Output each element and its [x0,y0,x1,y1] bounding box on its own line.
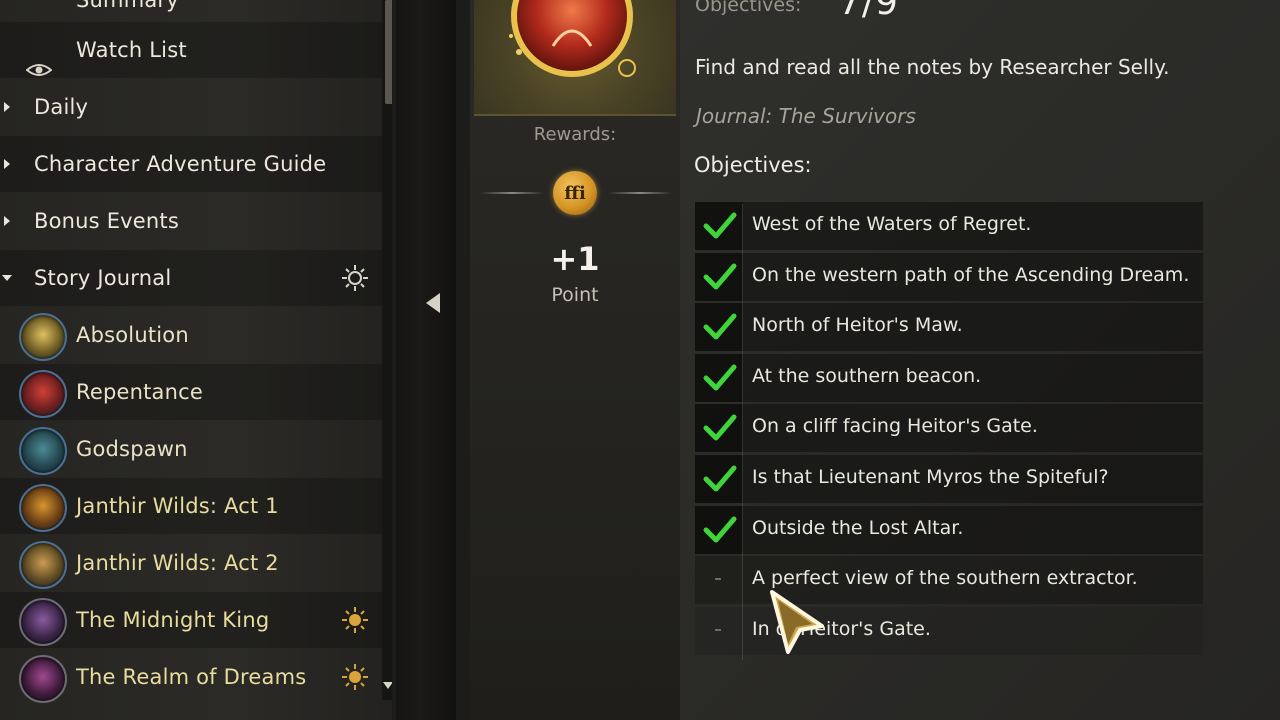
realm-of-dreams-icon [19,655,67,703]
checkmark-icon [703,313,737,340]
objective-status-cell [695,202,743,250]
sidebar-category-label: Daily [34,95,89,119]
chevron-right-icon [4,216,10,226]
objective-text: At the southern beacon. [752,364,982,387]
incomplete-dash-icon [715,628,721,631]
sidebar-story-janthir-act2[interactable]: Janthir Wilds: Act 2 [0,535,386,591]
sidebar-story-godspawn[interactable]: Godspawn [0,421,386,477]
objective-status-cell [695,252,743,301]
achievement-point-coin-icon: ffi [553,171,597,215]
objective-row: North of Heitor's Maw. [695,303,1203,352]
achievement-description: Find and read all the notes by Researche… [695,55,1170,79]
achievement-sidebar: Summary Watch List Daily Character Adven… [0,0,392,720]
objective-row: West of the Waters of Regret. [695,202,1203,250]
gold-sun-badge-icon [342,664,368,690]
eye-icon [26,64,52,76]
objective-status-cell [695,556,743,604]
sidebar-category-story-journal[interactable]: Story Journal [0,250,386,306]
sidebar-item-watch-list[interactable]: Watch List [0,22,386,78]
sidebar-scrollbar[interactable] [382,0,392,700]
sidebar-category-label: Bonus Events [34,209,179,233]
objective-text: Outside the Lost Altar. [752,516,964,539]
sidebar-story-label: Absolution [76,323,189,347]
chevron-right-icon [4,102,10,112]
panel-divider [396,0,456,720]
checkmark-icon [703,212,737,239]
janthir-act2-icon [19,541,67,589]
objectives-column-divider [742,204,743,660]
objective-status-cell [695,505,743,554]
objective-text: On the western path of the Ascending Dre… [752,263,1190,286]
objective-row: Is that Lieutenant Myros the Spiteful? [695,455,1203,503]
chevron-down-icon [2,275,12,281]
checkmark-icon [703,465,737,492]
checkmark-icon [703,263,737,290]
sidebar-story-realm-of-dreams[interactable]: The Realm of Dreams [0,649,386,705]
sidebar-category-character-adventure-guide[interactable]: Character Adventure Guide [0,136,386,192]
coin-glyph: ffi [564,182,586,204]
reward-unit-label: Point [551,284,599,306]
sidebar-story-label: Janthir Wilds: Act 1 [76,494,279,518]
rewards-label: Rewards: [533,124,617,145]
journal-label: Journal: The Survivors [696,104,916,128]
gold-sun-badge-icon [342,607,368,633]
godspawn-icon [19,427,67,475]
scroll-down-arrow-icon[interactable] [383,682,392,689]
objective-row: Outside the Lost Altar. [695,505,1203,554]
objective-row: On a cliff facing Heitor's Gate. [695,404,1203,453]
sun-badge-icon [342,265,368,291]
absolution-icon [19,313,67,361]
reward-divider-right [608,192,672,194]
checkmark-icon [703,516,737,543]
sidebar-story-repentance[interactable]: Repentance [0,364,386,420]
incomplete-dash-icon [715,578,721,581]
objective-status-cell [695,404,743,453]
achievement-emblem-icon [509,0,636,77]
sidebar-category-label: Story Journal [34,266,172,290]
objective-text: West of the Waters of Regret. [752,213,1032,235]
objective-text: North of Heitor's Maw. [752,314,963,337]
reward-amount: +1 [550,240,600,278]
chevron-right-icon [4,159,10,169]
sidebar-item-label: Summary [76,0,179,12]
sidebar-story-absolution[interactable]: Absolution [0,307,386,363]
collapse-panel-arrow-icon[interactable] [426,293,440,313]
sidebar-story-midnight-king[interactable]: The Midnight King [0,592,386,648]
sidebar-story-label: The Midnight King [76,608,270,632]
sidebar-category-label: Character Adventure Guide [34,152,327,176]
checkmark-icon [703,414,737,441]
sidebar-story-label: Janthir Wilds: Act 2 [76,551,279,575]
sidebar-category-bonus-events[interactable]: Bonus Events [0,193,386,249]
objective-status-cell [695,353,743,402]
mouse-cursor-icon [770,590,824,654]
midnight-king-icon [19,598,67,646]
objective-text: Is that Lieutenant Myros the Spiteful? [752,466,1109,488]
objective-row: On the western path of the Ascending Dre… [695,252,1203,301]
sidebar-category-daily[interactable]: Daily [0,79,386,135]
objective-text: On a cliff facing Heitor's Gate. [752,415,1038,438]
sidebar-story-janthir-act1[interactable]: Janthir Wilds: Act 1 [0,478,386,534]
checkmark-icon [703,364,737,391]
sidebar-item-label: Watch List [76,38,187,62]
objectives-title: Objectives: [694,153,812,177]
janthir-act1-icon [19,484,67,532]
sidebar-story-label: Godspawn [76,437,188,461]
repentance-icon [19,370,67,418]
objective-status-cell [695,607,743,655]
objectives-header-label: Objectives: [695,0,802,16]
sidebar-scroll-thumb[interactable] [385,0,392,104]
reward-divider-left [480,192,544,194]
objective-status-cell [695,455,743,503]
sidebar-story-label: The Realm of Dreams [76,665,307,689]
objective-row: At the southern beacon. [695,353,1203,402]
objective-status-cell [695,303,743,352]
objectives-count: 7/9 [838,0,899,23]
sidebar-story-label: Repentance [76,380,204,404]
